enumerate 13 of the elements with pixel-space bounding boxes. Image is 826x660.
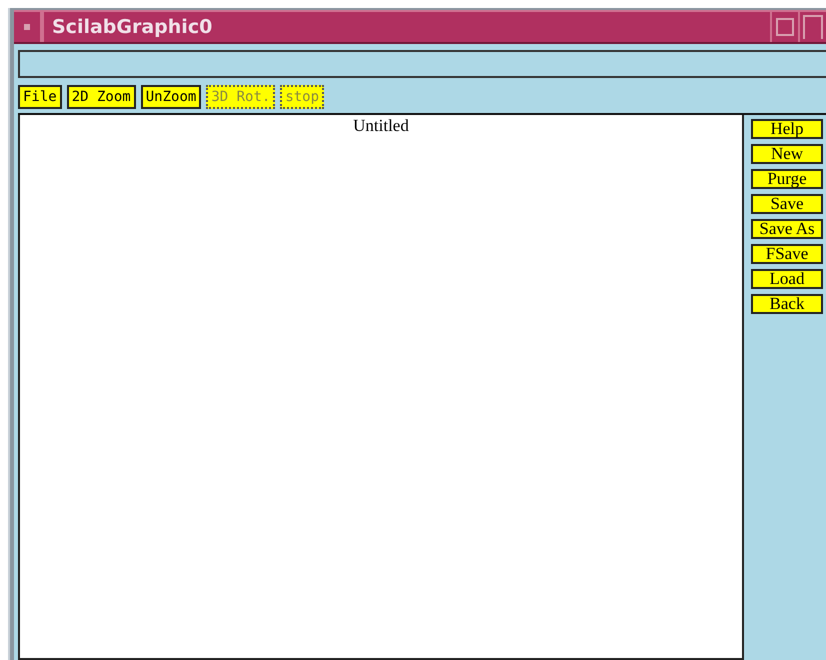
plot-title: Untitled — [353, 116, 409, 136]
side-button[interactable]: Load — [751, 269, 823, 289]
side-button[interactable]: Save As — [751, 219, 823, 239]
side-button[interactable]: Purge — [751, 169, 823, 189]
side-button[interactable]: Back — [751, 294, 823, 314]
side-button[interactable]: Help — [751, 119, 823, 139]
side-button[interactable]: New — [751, 144, 823, 164]
toolbar-button[interactable]: 2D Zoom — [66, 85, 136, 109]
side-button[interactable]: FSave — [751, 244, 823, 264]
toolbar-button[interactable]: File — [18, 85, 62, 109]
side-button[interactable]: Save — [751, 194, 823, 214]
maximize-button[interactable] — [798, 12, 826, 42]
toolbar-button[interactable]: UnZoom — [140, 85, 202, 109]
